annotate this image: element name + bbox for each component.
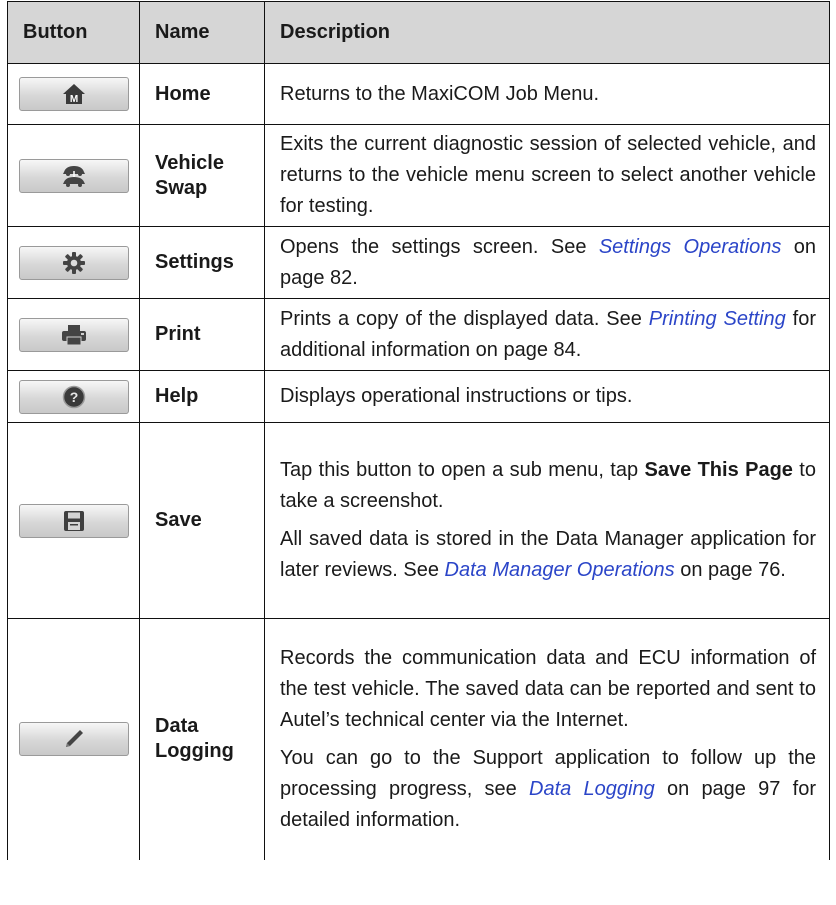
row-name: Settings (139, 226, 265, 299)
vehicle-swap-button[interactable] (18, 158, 129, 193)
table-row-vehicle-swap: Vehicle Swap Exits the current diagnosti… (7, 124, 830, 227)
table-row-save: Save Tap this button to open a sub menu,… (7, 422, 830, 619)
save-this-page-label: Save This Page (644, 459, 793, 481)
header-button: Button (7, 1, 140, 64)
row-name: Print (139, 298, 265, 371)
save-icon (63, 510, 84, 531)
row-description: Prints a copy of the displayed data. See… (264, 298, 830, 371)
row-description: Records the communication data and ECU i… (264, 618, 830, 860)
data-logging-link[interactable]: Data Logging (529, 778, 655, 800)
row-name: Home (139, 63, 265, 125)
table-row-data-logging: Data Logging Records the communication d… (7, 618, 830, 860)
row-description: Exits the current diagnostic session of … (264, 124, 830, 227)
toolbar-buttons-table: Button Name Description M Home Returns t… (7, 1, 830, 860)
print-button[interactable] (18, 317, 129, 352)
svg-text:M: M (69, 94, 77, 105)
table-row-help: ? Help Displays operational instructions… (7, 370, 830, 423)
row-description: Displays operational instructions or tip… (264, 370, 830, 423)
table-header-row: Button Name Description (7, 1, 830, 64)
row-description: Opens the settings screen. See Settings … (264, 226, 830, 299)
printer-icon (61, 324, 86, 345)
home-icon: M (62, 84, 85, 105)
vehicle-swap-icon (62, 165, 85, 187)
row-name: Data Logging (139, 618, 265, 860)
svg-text:?: ? (69, 389, 78, 405)
table-row-home: M Home Returns to the MaxiCOM Job Menu. (7, 63, 830, 125)
header-name: Name (139, 1, 265, 64)
printing-setting-link[interactable]: Printing Setting (649, 308, 786, 330)
help-button[interactable]: ? (18, 379, 129, 414)
table-row-print: Print Prints a copy of the displayed dat… (7, 298, 830, 371)
gear-icon (62, 251, 85, 274)
row-name: Help (139, 370, 265, 423)
table-row-settings: Settings Opens the settings screen. See … (7, 226, 830, 299)
row-name: Vehicle Swap (139, 124, 265, 227)
pencil-icon (65, 730, 83, 748)
row-description: Returns to the MaxiCOM Job Menu. (264, 63, 830, 125)
help-icon: ? (62, 385, 85, 408)
data-manager-operations-link[interactable]: Data Manager Operations (445, 559, 675, 581)
data-logging-button[interactable] (18, 722, 129, 757)
header-description: Description (264, 1, 830, 64)
settings-operations-link[interactable]: Settings Operations (599, 236, 782, 258)
row-description: Tap this button to open a sub menu, tap … (264, 422, 830, 619)
save-button[interactable] (18, 503, 129, 538)
row-name: Save (139, 422, 265, 619)
settings-button[interactable] (18, 245, 129, 280)
home-button[interactable]: M (18, 77, 129, 111)
